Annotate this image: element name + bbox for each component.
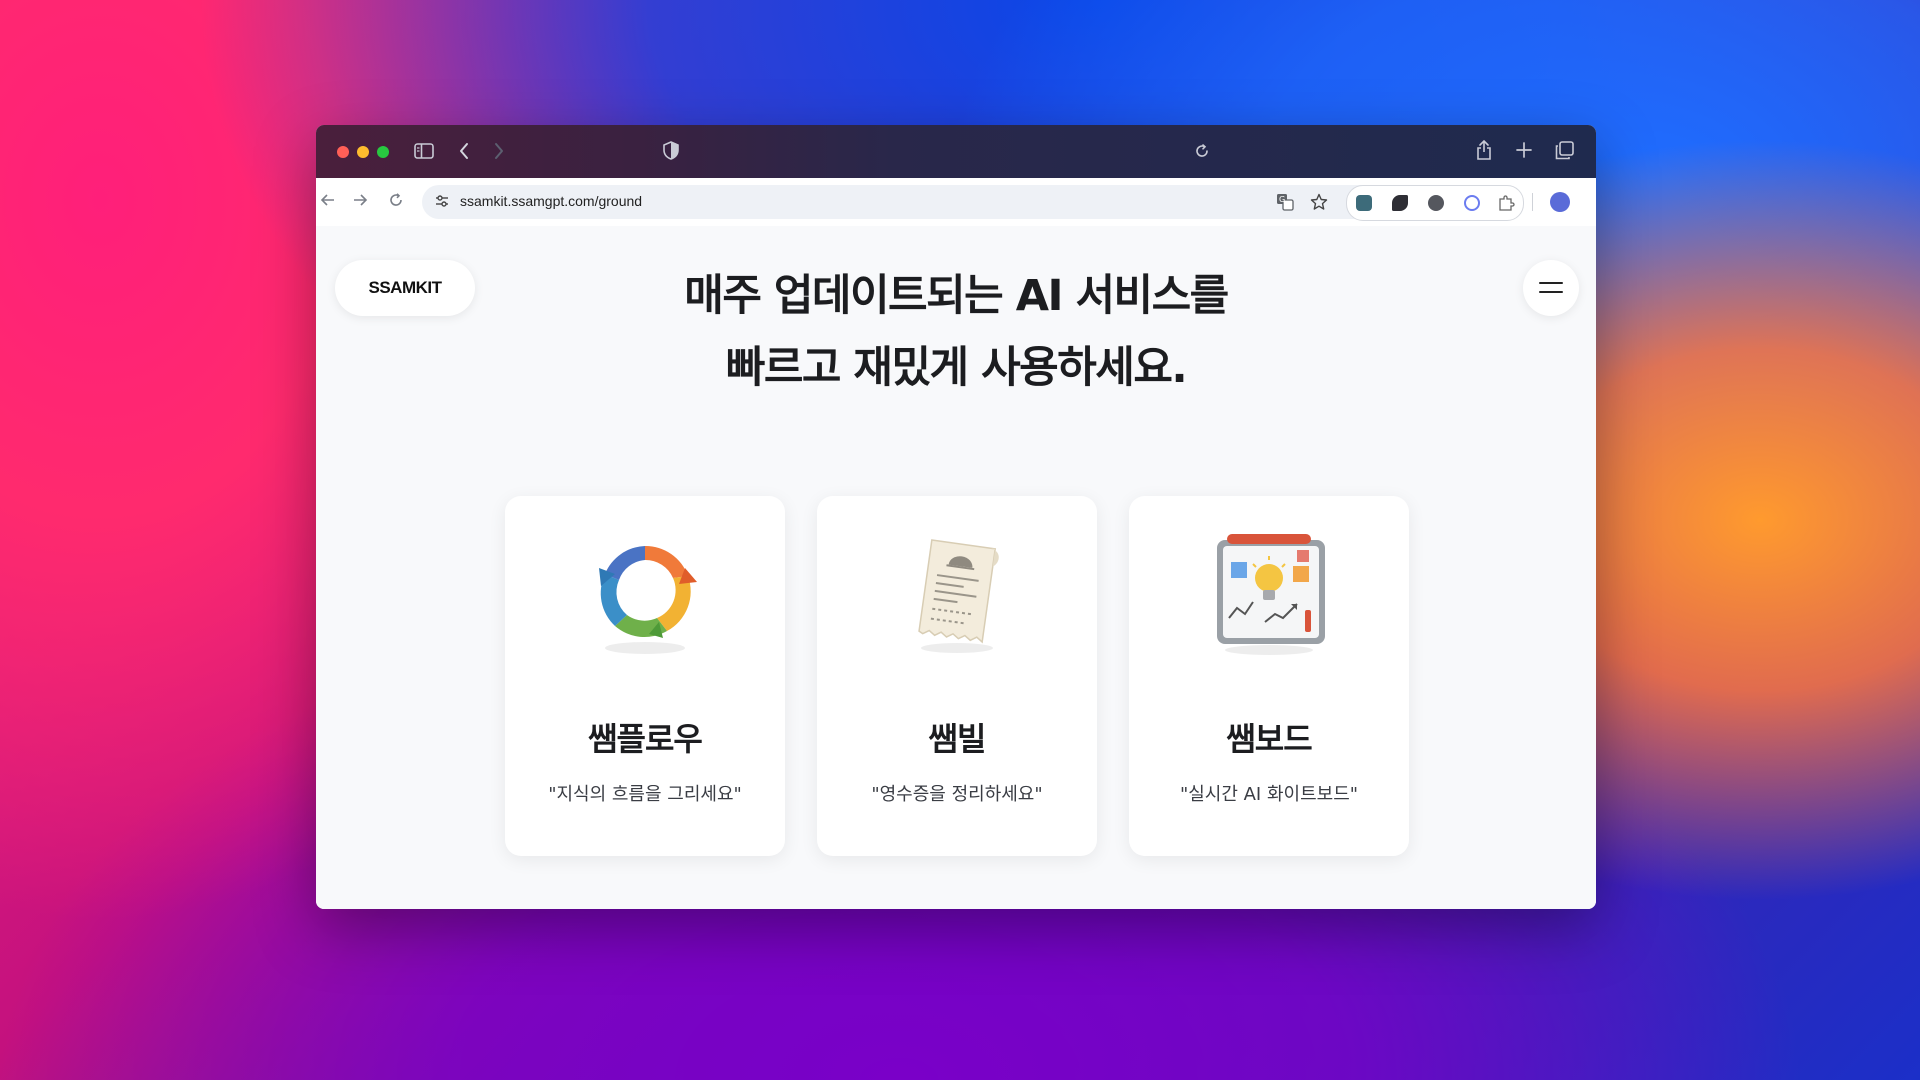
cycle-arrows-icon xyxy=(585,526,705,656)
browser-window: ssamkit.ssamgpt.com/ground G SSAMKIT 매주 … xyxy=(316,125,1596,909)
service-card-ssambill[interactable]: 쌤빌 "영수증을 정리하세요" xyxy=(817,496,1097,856)
hamburger-menu-button[interactable] xyxy=(1523,260,1579,316)
bookmark-star-icon[interactable] xyxy=(1310,193,1328,215)
forward-icon[interactable] xyxy=(493,142,505,164)
card-title: 쌤빌 xyxy=(928,720,987,758)
extension-4-icon[interactable] xyxy=(1464,195,1480,211)
minimize-window-button[interactable] xyxy=(357,146,369,158)
extensions-puzzle-icon[interactable] xyxy=(1497,194,1515,216)
menu-icon-line xyxy=(1539,291,1563,293)
shield-icon[interactable] xyxy=(663,141,679,164)
hero-headline-line1: 매주 업데이트되는 AI 서비스를 xyxy=(684,271,1229,321)
page-reload-icon[interactable] xyxy=(388,192,404,212)
card-description: "실시간 AI 화이트보드" xyxy=(1179,784,1359,805)
service-card-ssamflow[interactable]: 쌤플로우 "지식의 흐름을 그리세요" xyxy=(505,496,785,856)
extension-2-icon[interactable] xyxy=(1392,195,1408,211)
hero-headline: 매주 업데이트되는 AI 서비스를 빠르고 재밌게 사용하세요. xyxy=(316,260,1596,404)
new-tab-icon[interactable] xyxy=(1516,142,1532,162)
reload-icon[interactable] xyxy=(1194,143,1210,163)
receipt-icon xyxy=(897,526,1017,656)
share-icon[interactable] xyxy=(1475,139,1493,165)
page-forward-icon[interactable] xyxy=(352,192,368,212)
card-description: "지식의 흐름을 그리세요" xyxy=(548,784,742,805)
tabs-overview-icon[interactable] xyxy=(1555,141,1574,164)
zoom-window-button[interactable] xyxy=(377,146,389,158)
address-bar-row: ssamkit.ssamgpt.com/ground G xyxy=(316,178,1596,227)
site-settings-icon[interactable] xyxy=(434,193,450,213)
back-icon[interactable] xyxy=(458,142,470,164)
close-window-button[interactable] xyxy=(337,146,349,158)
whiteboard-icon xyxy=(1209,526,1329,656)
sidebar-icon[interactable] xyxy=(414,143,434,163)
card-title: 쌤보드 xyxy=(1226,720,1312,758)
service-card-ssamboard[interactable]: 쌤보드 "실시간 AI 화이트보드" xyxy=(1129,496,1409,856)
card-description: "영수증을 정리하세요" xyxy=(871,784,1043,805)
profile-avatar[interactable] xyxy=(1550,192,1570,212)
extension-1-icon[interactable] xyxy=(1356,195,1372,211)
url-text[interactable]: ssamkit.ssamgpt.com/ground xyxy=(460,193,642,209)
hero-headline-line2: 빠르고 재밌게 사용하세요. xyxy=(725,343,1188,393)
card-title: 쌤플로우 xyxy=(588,720,703,758)
svg-text:G: G xyxy=(1279,195,1285,204)
translate-icon[interactable]: G xyxy=(1276,193,1294,215)
menu-icon xyxy=(1539,282,1563,284)
page-back-icon[interactable] xyxy=(320,192,336,212)
extension-3-icon[interactable] xyxy=(1428,195,1444,211)
url-bar[interactable]: ssamkit.ssamgpt.com/ground G xyxy=(422,185,1422,219)
page-content: SSAMKIT 매주 업데이트되는 AI 서비스를 빠르고 재밌게 사용하세요. xyxy=(316,226,1596,909)
browser-titlebar xyxy=(316,125,1596,178)
extensions-group xyxy=(1346,185,1524,221)
toolbar-divider xyxy=(1532,193,1533,211)
